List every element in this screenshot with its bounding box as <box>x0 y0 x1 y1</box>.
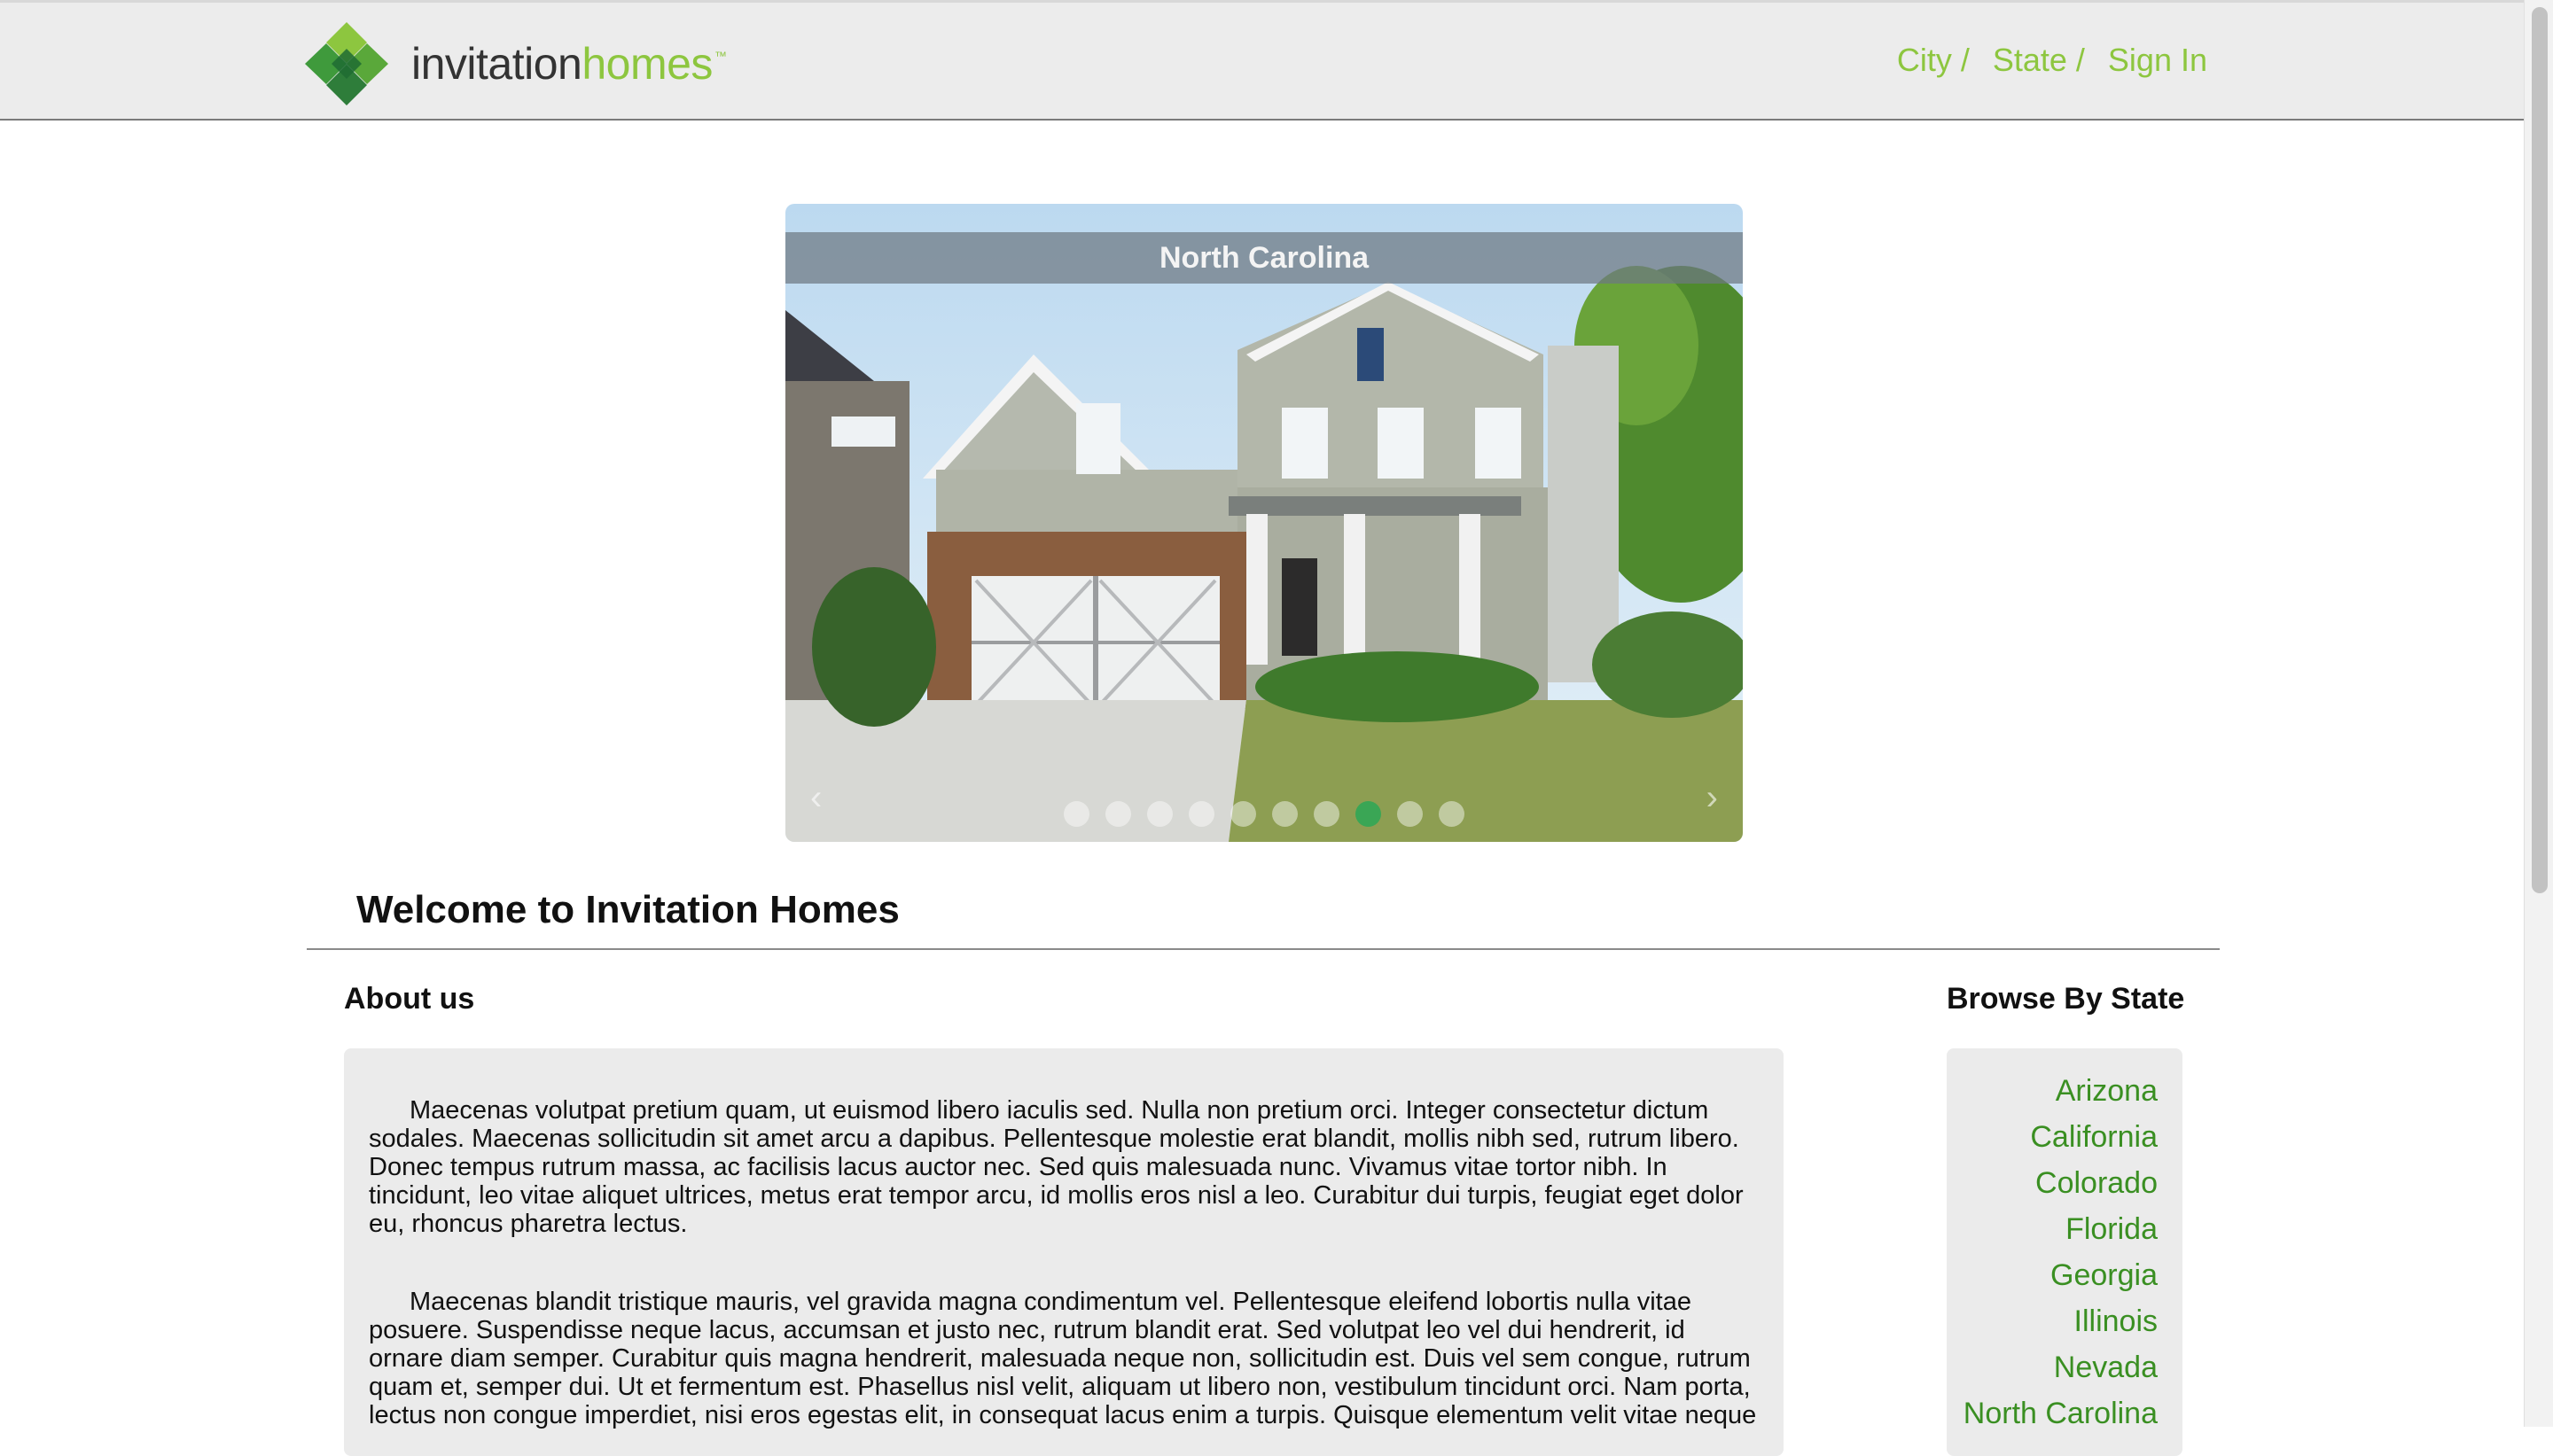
state-link-colorado[interactable]: Colorado <box>1947 1160 2158 1206</box>
nav-city-link[interactable]: City / <box>1897 42 1970 79</box>
state-list-panel: Arizona California Colorado Florida Geor… <box>1947 1048 2182 1456</box>
state-link-nevada[interactable]: Nevada <box>1947 1344 2158 1390</box>
state-link-north-carolina[interactable]: North Carolina <box>1947 1390 2158 1437</box>
state-link-illinois[interactable]: Illinois <box>1947 1298 2158 1344</box>
carousel-dot[interactable] <box>1064 801 1089 827</box>
nav-state-link[interactable]: State / <box>1993 42 2085 79</box>
page-scrollbar[interactable] <box>2524 0 2553 1427</box>
carousel-dot[interactable] <box>1314 801 1339 827</box>
hero-carousel[interactable]: North Carolina ‹ › <box>785 204 1743 842</box>
logo-wordmark: invitation homes ™ <box>411 38 727 90</box>
scrollbar-thumb[interactable] <box>2532 7 2548 893</box>
logo-trademark: ™ <box>714 49 727 63</box>
carousel-dot[interactable] <box>1105 801 1131 827</box>
logo-word-homes: homes <box>582 39 713 89</box>
carousel-dot[interactable] <box>1397 801 1423 827</box>
site-header: invitation homes ™ City / State / Sign I… <box>0 0 2525 121</box>
about-paragraph: Maecenas blandit tristique mauris, vel g… <box>369 1288 1757 1429</box>
state-link-florida[interactable]: Florida <box>1947 1206 2158 1252</box>
about-panel: Maecenas volutpat pretium quam, ut euism… <box>344 1048 1784 1456</box>
carousel-dot[interactable] <box>1439 801 1464 827</box>
about-heading: About us <box>344 982 475 1016</box>
state-link-california[interactable]: California <box>1947 1114 2158 1160</box>
carousel-dot[interactable] <box>1272 801 1298 827</box>
carousel-prev-chevron-icon[interactable]: ‹ <box>810 778 822 818</box>
about-paragraph: Maecenas volutpat pretium quam, ut euism… <box>369 1096 1744 1238</box>
top-nav: City / State / Sign In <box>1874 42 2207 79</box>
nav-sign-in-link[interactable]: Sign In <box>2108 42 2207 79</box>
carousel-caption: North Carolina <box>785 232 1743 284</box>
page-title: Welcome to Invitation Homes <box>356 888 900 931</box>
logo-mark-icon <box>305 22 388 105</box>
title-divider <box>307 948 2220 950</box>
carousel-dot[interactable] <box>1189 801 1214 827</box>
carousel-dot[interactable] <box>1230 801 1256 827</box>
carousel-indicators <box>1064 801 1464 827</box>
logo-word-invitation: invitation <box>411 39 582 89</box>
browse-heading: Browse By State <box>1947 982 2185 1016</box>
state-link-arizona[interactable]: Arizona <box>1947 1068 2158 1114</box>
house-photo <box>785 204 1743 842</box>
carousel-next-chevron-icon[interactable]: › <box>1706 778 1718 818</box>
state-link-georgia[interactable]: Georgia <box>1947 1252 2158 1298</box>
logo[interactable]: invitation homes ™ <box>305 22 727 105</box>
carousel-dot[interactable] <box>1355 801 1381 827</box>
carousel-dot[interactable] <box>1147 801 1173 827</box>
